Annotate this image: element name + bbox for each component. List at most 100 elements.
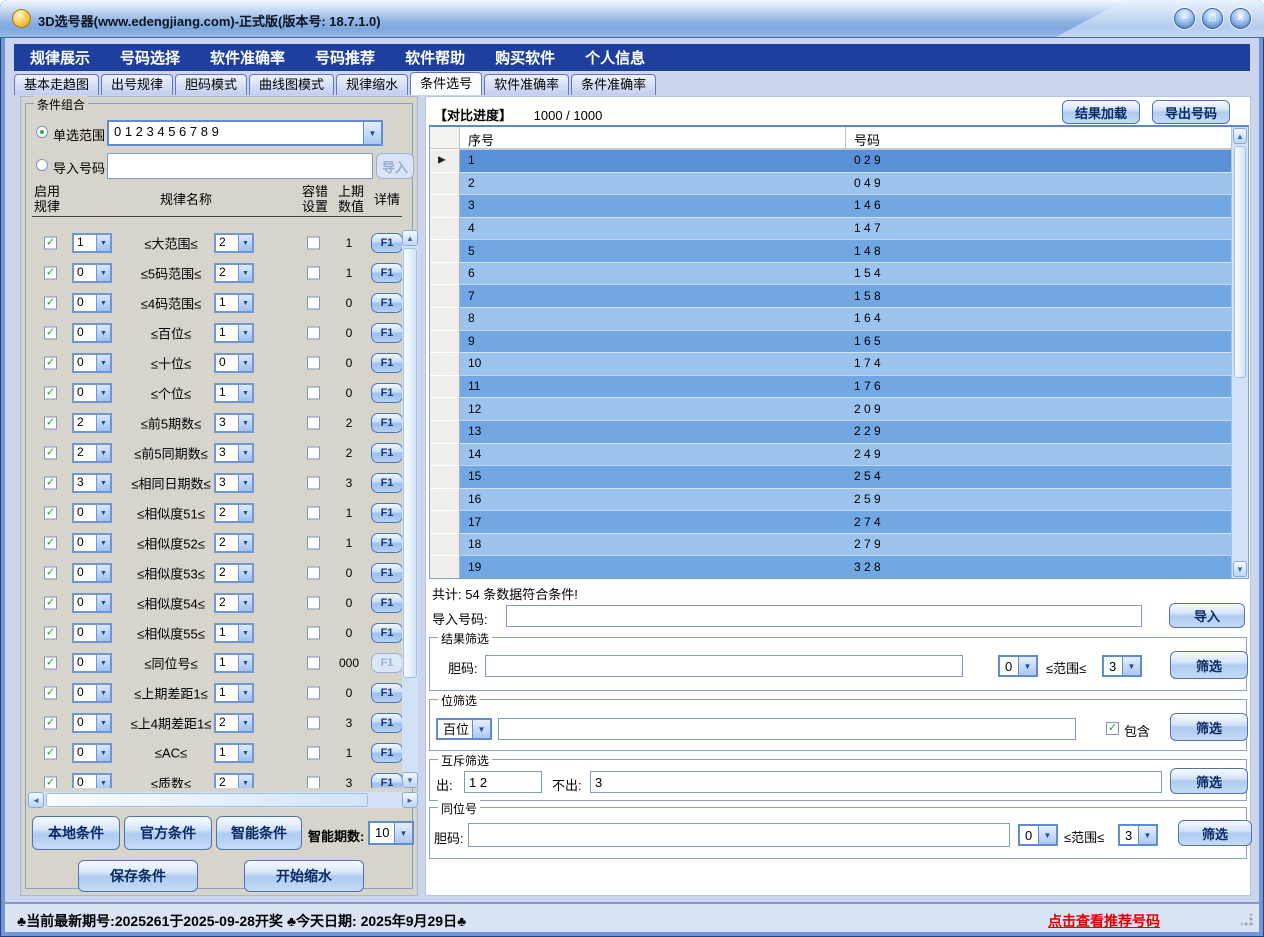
chevron-down-icon[interactable]: ▼ [96, 415, 110, 431]
same-pos-min-dropdown[interactable]: 0▼ [1018, 824, 1058, 846]
position-filter-button[interactable]: 筛选 [1170, 713, 1248, 741]
rule-detail-button[interactable]: F1 [371, 383, 402, 403]
rule-min-dropdown[interactable]: 0▼ [72, 263, 112, 283]
rule-detail-button[interactable]: F1 [371, 263, 402, 283]
rule-detail-button[interactable]: F1 [371, 413, 402, 433]
dan-code-input[interactable] [485, 655, 963, 677]
rule-detail-button[interactable]: F1 [371, 353, 402, 373]
rule-enabled-checkbox[interactable] [44, 417, 57, 430]
rule-tolerance-checkbox[interactable] [307, 507, 320, 520]
rule-min-dropdown[interactable]: 1▼ [72, 233, 112, 253]
chevron-down-icon[interactable]: ▼ [238, 775, 252, 788]
tab[interactable]: 规律缩水 [336, 74, 408, 95]
row-selector-cell[interactable] [430, 194, 460, 217]
mutex-notout-input[interactable] [590, 771, 1162, 793]
include-checkbox[interactable] [1106, 722, 1119, 735]
same-pos-max-dropdown[interactable]: 3▼ [1118, 824, 1158, 846]
scrollbar-thumb[interactable] [46, 793, 368, 807]
chevron-down-icon[interactable]: ▼ [96, 745, 110, 761]
rule-max-dropdown[interactable]: 2▼ [214, 533, 254, 553]
chevron-down-icon[interactable]: ▼ [238, 265, 252, 281]
rule-max-dropdown[interactable]: 1▼ [214, 683, 254, 703]
import-numbers-input[interactable] [107, 153, 373, 179]
single-range-combobox[interactable]: 0 1 2 3 4 5 6 7 8 9 ▼ [107, 120, 383, 146]
result-row[interactable]: 17 2 7 4 [430, 510, 1231, 533]
chevron-down-icon[interactable]: ▼ [238, 475, 252, 491]
tab[interactable]: 软件准确率 [484, 74, 569, 95]
row-selector-cell[interactable] [430, 555, 460, 578]
chevron-down-icon[interactable]: ▼ [238, 235, 252, 251]
smart-periods-dropdown[interactable]: 10 ▼ [368, 821, 414, 845]
chevron-down-icon[interactable]: ▼ [96, 685, 110, 701]
scroll-down-icon[interactable]: ▼ [1233, 561, 1247, 577]
same-pos-dan-input[interactable] [468, 823, 1010, 847]
rule-enabled-checkbox[interactable] [44, 657, 57, 670]
menu-item[interactable]: 购买软件 [495, 47, 555, 68]
result-row[interactable]: 9 1 6 5 [430, 330, 1231, 353]
import-numbers-button[interactable]: 导入 [376, 153, 414, 179]
rule-detail-button[interactable]: F1 [371, 233, 402, 253]
chevron-down-icon[interactable]: ▼ [238, 535, 252, 551]
rule-min-dropdown[interactable]: 0▼ [72, 563, 112, 583]
import-numbers-radio[interactable] [36, 159, 48, 171]
rule-max-dropdown[interactable]: 2▼ [214, 503, 254, 523]
position-filter-input[interactable] [498, 718, 1076, 740]
rule-max-dropdown[interactable]: 1▼ [214, 323, 254, 343]
rule-tolerance-checkbox[interactable] [307, 237, 320, 250]
rule-max-dropdown[interactable]: 1▼ [214, 653, 254, 673]
scroll-left-icon[interactable]: ◄ [28, 792, 44, 808]
menu-item[interactable]: 软件准确率 [210, 47, 285, 68]
rule-max-dropdown[interactable]: 2▼ [214, 263, 254, 283]
result-row[interactable]: ▶ 1 0 2 9 [430, 149, 1231, 172]
rule-tolerance-checkbox[interactable] [307, 327, 320, 340]
rule-max-dropdown[interactable]: 2▼ [214, 713, 254, 733]
row-selector-cell[interactable] [430, 172, 460, 195]
export-numbers-button[interactable]: 导出号码 [1152, 100, 1230, 124]
row-selector-cell[interactable] [430, 217, 460, 240]
row-selector-cell[interactable] [430, 420, 460, 443]
rule-enabled-checkbox[interactable] [44, 357, 57, 370]
row-selector-cell[interactable] [430, 352, 460, 375]
chevron-down-icon[interactable]: ▼ [238, 355, 252, 371]
row-selector-cell[interactable] [430, 330, 460, 353]
rule-detail-button[interactable]: F1 [371, 533, 402, 553]
rule-enabled-checkbox[interactable] [44, 477, 57, 490]
scrollbar-thumb[interactable] [403, 248, 417, 678]
chevron-down-icon[interactable]: ▼ [96, 595, 110, 611]
result-row[interactable]: 2 0 4 9 [430, 172, 1231, 195]
chevron-down-icon[interactable]: ▼ [96, 715, 110, 731]
rule-enabled-checkbox[interactable] [44, 297, 57, 310]
rule-max-dropdown[interactable]: 0▼ [214, 353, 254, 373]
rule-enabled-checkbox[interactable] [44, 687, 57, 700]
chevron-down-icon[interactable]: ▼ [96, 355, 110, 371]
chevron-down-icon[interactable]: ▼ [96, 565, 110, 581]
scroll-up-icon[interactable]: ▲ [402, 230, 418, 246]
menu-item[interactable]: 软件帮助 [405, 47, 465, 68]
rule-min-dropdown[interactable]: 0▼ [72, 683, 112, 703]
tab[interactable]: 胆码模式 [175, 74, 247, 95]
resize-grip-icon[interactable] [1241, 914, 1253, 926]
menu-item[interactable]: 个人信息 [585, 47, 645, 68]
rule-enabled-checkbox[interactable] [44, 627, 57, 640]
rule-min-dropdown[interactable]: 0▼ [72, 323, 112, 343]
rule-tolerance-checkbox[interactable] [307, 387, 320, 400]
start-shrink-button[interactable]: 开始缩水 [244, 860, 364, 892]
rule-tolerance-checkbox[interactable] [307, 747, 320, 760]
rule-max-dropdown[interactable]: 1▼ [214, 293, 254, 313]
chevron-down-icon[interactable]: ▼ [238, 325, 252, 341]
chevron-down-icon[interactable]: ▼ [1138, 826, 1156, 844]
chevron-down-icon[interactable]: ▼ [238, 415, 252, 431]
rule-max-dropdown[interactable]: 1▼ [214, 623, 254, 643]
result-row[interactable]: 11 1 7 6 [430, 375, 1231, 398]
rule-detail-button[interactable]: F1 [371, 623, 402, 643]
close-button[interactable]: × [1230, 8, 1251, 29]
rule-enabled-checkbox[interactable] [44, 237, 57, 250]
official-conditions-button[interactable]: 官方条件 [124, 816, 212, 850]
maximize-button[interactable]: □ [1202, 8, 1223, 29]
rule-enabled-checkbox[interactable] [44, 447, 57, 460]
rule-max-dropdown[interactable]: 2▼ [214, 593, 254, 613]
rule-min-dropdown[interactable]: 2▼ [72, 413, 112, 433]
scroll-right-icon[interactable]: ► [402, 792, 418, 808]
row-selector-cell[interactable] [430, 510, 460, 533]
chevron-down-icon[interactable]: ▼ [96, 535, 110, 551]
